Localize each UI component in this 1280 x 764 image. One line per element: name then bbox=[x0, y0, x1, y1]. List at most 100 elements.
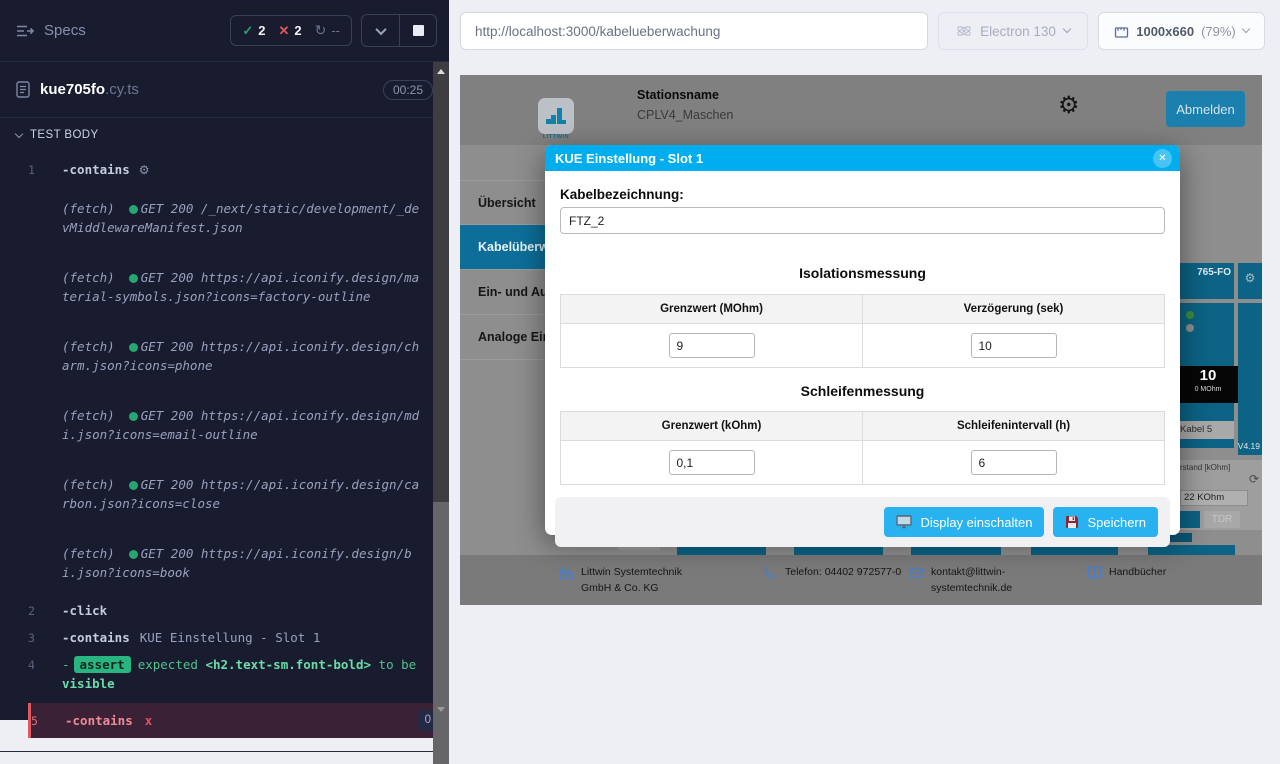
specs-menu-icon bbox=[16, 24, 35, 38]
fetch-status: GET 200 bbox=[141, 201, 194, 216]
cable-designation-input[interactable] bbox=[560, 207, 1165, 234]
command-number: 2 bbox=[28, 601, 62, 621]
success-dot-icon bbox=[129, 481, 138, 490]
stop-button[interactable] bbox=[399, 15, 436, 46]
fetch-prefix: (fetch) bbox=[62, 477, 115, 492]
test-stats: ✓ 2 ✕ 2 ↻ -- bbox=[230, 15, 352, 46]
loop-interval-input[interactable] bbox=[971, 450, 1057, 475]
column-header: Grenzwert (kOhm) bbox=[561, 412, 863, 441]
spec-extension: .cy.ts bbox=[105, 81, 139, 98]
viewport-selector[interactable]: 1000x660 (79%) bbox=[1098, 12, 1265, 50]
fetch-log: (fetch)GET 200 https://api.iconify.desig… bbox=[28, 256, 429, 318]
cable-designation-label: Kabelbezeichnung: bbox=[560, 187, 1165, 202]
command-contains-1[interactable]: 1 -contains⚙ bbox=[28, 160, 429, 180]
aut-toolbar: Electron 130 1000x660 (79%) bbox=[449, 0, 1280, 62]
loop-limit-input[interactable] bbox=[669, 450, 755, 475]
iso-limit-input[interactable] bbox=[669, 333, 755, 358]
logout-button[interactable]: Abmelden bbox=[1166, 91, 1245, 127]
resistance-label: rstand [kOhm] bbox=[1180, 463, 1230, 472]
cable-name-label: Kabel 5 bbox=[1178, 421, 1234, 439]
close-icon[interactable]: ✕ bbox=[1153, 149, 1172, 168]
browser-label: Electron 130 bbox=[980, 24, 1056, 39]
fetch-log: (fetch)GET 200 https://api.iconify.desig… bbox=[28, 394, 429, 456]
pending-icon: ↻ bbox=[315, 22, 327, 39]
command-argument: KUE Einstellung - Slot 1 bbox=[140, 630, 321, 645]
passed-count: 2 bbox=[258, 23, 265, 38]
assert-expected: expected bbox=[138, 657, 198, 672]
firmware-version: V4.19 bbox=[1234, 441, 1262, 451]
viewport-size: 1000x660 bbox=[1136, 24, 1194, 39]
refresh-icon[interactable]: ⟳ bbox=[1249, 472, 1259, 486]
command-number: 1 bbox=[28, 160, 62, 180]
spec-duration: 00:25 bbox=[383, 80, 433, 100]
command-name: -contains bbox=[65, 713, 133, 728]
footer-manuals[interactable]: Handbücher bbox=[1087, 565, 1227, 584]
command-number: 4 bbox=[28, 655, 62, 693]
assert-badge: assert bbox=[74, 656, 131, 673]
stat-passed: ✓ 2 bbox=[242, 23, 265, 39]
fetch-url: https://api.iconify.design/charm.json?ic… bbox=[62, 339, 419, 373]
divider bbox=[0, 751, 449, 752]
scroll-down-arrow-icon[interactable] bbox=[437, 707, 445, 712]
settings-gear-icon[interactable]: ⚙ bbox=[1058, 93, 1080, 117]
slot-gear-icon[interactable]: ⚙ bbox=[1238, 263, 1262, 299]
test-body-label: TEST BODY bbox=[30, 129, 99, 141]
electron-icon bbox=[956, 23, 972, 39]
command-argument: x bbox=[145, 713, 153, 728]
logo-wordmark: LITTWIN bbox=[532, 134, 580, 140]
success-dot-icon bbox=[129, 412, 138, 421]
failed-count: 2 bbox=[294, 23, 301, 38]
measurement-unit: 0 MOhm bbox=[1178, 386, 1238, 393]
assert-target: <h2.text-sm.font-bold> bbox=[205, 657, 371, 672]
modal-footer: Display einschalten Speichern bbox=[555, 497, 1170, 547]
command-contains-3[interactable]: 3 -containsKUE Einstellung - Slot 1 bbox=[28, 628, 429, 648]
success-dot-icon bbox=[129, 274, 138, 283]
specs-button[interactable]: Specs bbox=[16, 22, 86, 39]
display-on-button[interactable]: Display einschalten bbox=[884, 507, 1044, 537]
fetch-prefix: (fetch) bbox=[62, 201, 115, 216]
success-dot-icon bbox=[129, 550, 138, 559]
fetch-url: /_next/static/development/_devMiddleware… bbox=[62, 201, 419, 235]
iso-delay-input[interactable] bbox=[971, 333, 1057, 358]
fetch-url: https://api.iconify.design/material-symb… bbox=[62, 270, 419, 304]
fetch-log: (fetch) GET 200 /_next/static/development… bbox=[28, 187, 429, 249]
scrollbar-thumb[interactable] bbox=[433, 502, 449, 764]
isolation-section-title: Isolationsmessung bbox=[560, 265, 1165, 281]
test-body-toggle[interactable]: TEST BODY bbox=[0, 118, 449, 149]
modal-title: KUE Einstellung - Slot 1 bbox=[555, 151, 1153, 166]
company-name: Littwin Systemtechnik GmbH & Co. KG bbox=[581, 565, 699, 597]
tdr-button[interactable]: TDR bbox=[1204, 511, 1240, 528]
fetch-prefix: (fetch) bbox=[62, 270, 115, 285]
collapse-button[interactable] bbox=[362, 15, 399, 46]
chevron-down-icon bbox=[1063, 25, 1071, 33]
spec-row: kue705fo.cy.ts 00:25 bbox=[0, 62, 449, 118]
table-cell bbox=[863, 441, 1165, 485]
command-click[interactable]: 2 -click bbox=[28, 601, 429, 621]
success-dot-icon bbox=[129, 343, 138, 352]
success-dot-icon bbox=[129, 205, 138, 214]
failed-icon: ✕ bbox=[278, 23, 289, 39]
littwin-logo-icon bbox=[538, 98, 574, 134]
browser-selector[interactable]: Electron 130 bbox=[938, 12, 1088, 50]
command-contains-failed[interactable]: 5 -containsx 0 bbox=[28, 703, 449, 738]
slot-card-title: 765-FO bbox=[1178, 263, 1234, 299]
fetch-status: GET 200 bbox=[141, 546, 194, 561]
reporter-scrollbar[interactable] bbox=[433, 62, 449, 720]
resistance-value: 22 KOhm bbox=[1180, 490, 1248, 506]
url-input[interactable] bbox=[460, 12, 928, 50]
chevron-down-icon bbox=[375, 23, 386, 34]
save-button[interactable]: Speichern bbox=[1053, 507, 1158, 537]
column-header: Verzögerung (sek) bbox=[863, 295, 1165, 324]
monitor-icon bbox=[896, 515, 912, 529]
scroll-up-arrow-icon[interactable] bbox=[437, 69, 445, 74]
pending-count: -- bbox=[331, 23, 340, 38]
command-assert[interactable]: 4 -assertexpected <h2.text-sm.font-bold>… bbox=[28, 655, 429, 693]
factory-icon bbox=[559, 566, 575, 597]
cypress-reporter: Specs ✓ 2 ✕ 2 ↻ -- kue705fo.cy. bbox=[0, 0, 449, 720]
app-under-test: LITTWIN Stationsname CPLV4_Maschen ⚙ Abm… bbox=[460, 75, 1262, 605]
table-cell bbox=[561, 324, 863, 368]
ruler-icon bbox=[1114, 24, 1129, 39]
modal-header: KUE Einstellung - Slot 1 ✕ bbox=[545, 145, 1180, 171]
fetch-log: (fetch)GET 200 https://api.iconify.desig… bbox=[28, 325, 429, 387]
spec-name[interactable]: kue705fo.cy.ts bbox=[40, 81, 139, 98]
